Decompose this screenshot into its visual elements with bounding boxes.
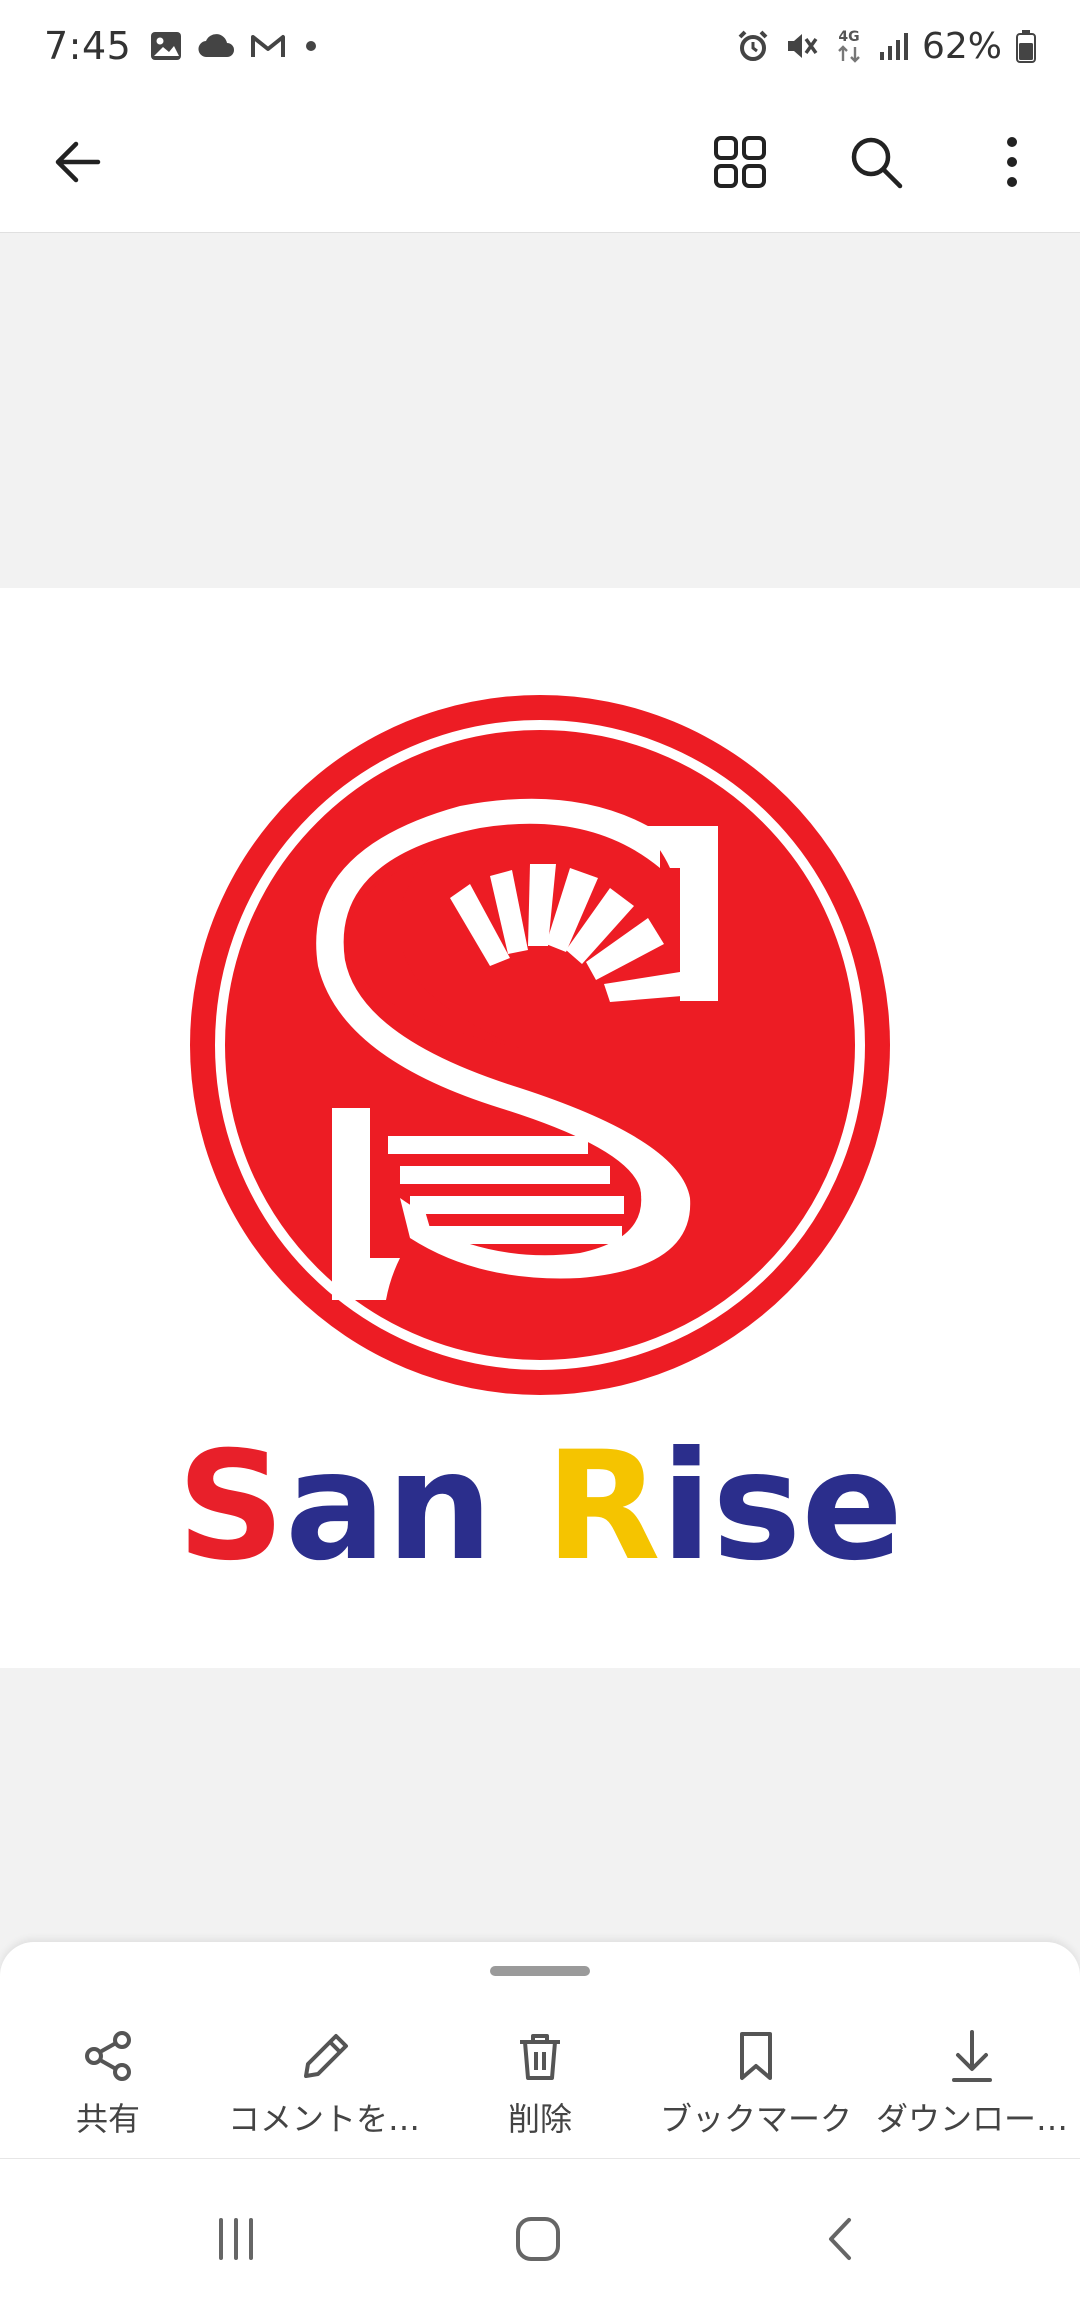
app-bar	[0, 92, 1080, 233]
brand-part-ise: ise	[661, 1420, 903, 1594]
action-label-delete: 削除	[507, 2100, 572, 2138]
more-options-button[interactable]	[972, 122, 1052, 202]
trash-icon	[520, 2034, 560, 2080]
more-options-icon	[1007, 137, 1017, 187]
action-bar: 共有 コメントを… 削除 ブックマーク ダウンロー…	[0, 2024, 1080, 2152]
signal-icon	[878, 30, 910, 62]
battery-percent: 62%	[921, 25, 1002, 67]
grid-view-icon	[714, 136, 766, 188]
network-type: 4G	[838, 29, 859, 45]
share-icon	[85, 2031, 131, 2081]
back-arrow-icon	[55, 141, 101, 183]
search-button[interactable]	[836, 122, 916, 202]
sheet-drag-handle[interactable]	[490, 1966, 590, 1976]
status-time: 7:45	[44, 24, 132, 68]
search-icon	[851, 137, 903, 189]
gmail-icon	[249, 31, 287, 61]
dot-icon	[301, 36, 321, 56]
grid-view-button[interactable]	[700, 122, 780, 202]
recent-apps-button[interactable]	[196, 2199, 276, 2279]
action-label-share: 共有	[75, 2100, 140, 2138]
bookmark-button[interactable]: ブックマーク	[648, 2024, 864, 2152]
action-label-download: ダウンロー…	[875, 2100, 1068, 2138]
san-rise-logo-image: San Rise	[177, 695, 903, 1594]
battery-icon	[1016, 29, 1036, 63]
alarm-icon	[736, 29, 770, 63]
status-left: 7:45	[44, 24, 335, 68]
navigation-bar	[0, 2158, 1080, 2317]
pencil-icon	[304, 2034, 348, 2078]
cloud-icon	[197, 31, 235, 61]
system-back-button[interactable]	[800, 2199, 880, 2279]
status-right: 4G 62%	[722, 26, 1036, 67]
action-label-comment: コメントを…	[227, 2100, 420, 2138]
share-button[interactable]: 共有	[0, 2024, 216, 2152]
download-icon	[952, 2030, 992, 2082]
gallery-icon	[149, 29, 183, 63]
mute-icon	[784, 29, 820, 63]
back-button[interactable]	[38, 122, 118, 202]
bookmark-icon	[740, 2032, 772, 2080]
image-viewer[interactable]: San Rise	[0, 588, 1080, 1668]
comment-button[interactable]: コメントを…	[216, 2024, 432, 2152]
bottom-action-sheet: 共有 コメントを… 削除 ブックマーク ダウンロー…	[0, 1942, 1080, 2158]
network-icon: 4G	[834, 27, 864, 65]
action-label-bookmark: ブックマーク	[659, 2100, 852, 2138]
download-button[interactable]: ダウンロー…	[864, 2024, 1080, 2152]
status-bar: 7:45 4G 62%	[0, 0, 1080, 92]
recent-apps-icon	[219, 2218, 253, 2260]
brand-part-an: an	[285, 1420, 545, 1594]
home-button[interactable]	[498, 2199, 578, 2279]
home-icon	[516, 2217, 560, 2261]
delete-button[interactable]: 削除	[432, 2024, 648, 2152]
brand-name: San Rise	[177, 1420, 903, 1594]
brand-part-s: S	[177, 1420, 285, 1594]
brand-part-r: R	[545, 1420, 661, 1594]
back-icon	[829, 2218, 851, 2260]
